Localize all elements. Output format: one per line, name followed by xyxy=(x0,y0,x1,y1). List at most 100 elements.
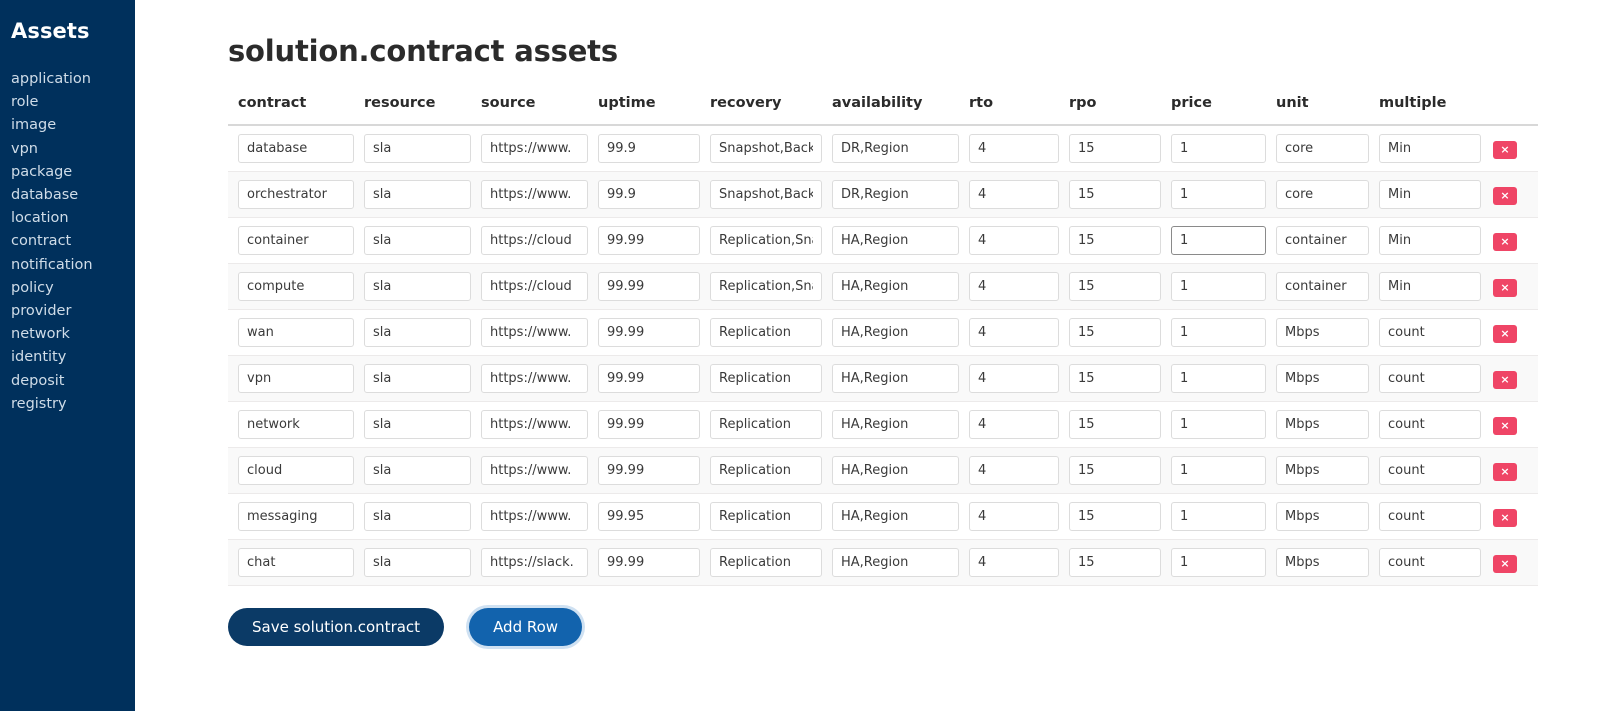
availability-input[interactable] xyxy=(832,364,959,393)
contract-input[interactable] xyxy=(238,226,354,255)
availability-input[interactable] xyxy=(832,318,959,347)
unit-input[interactable] xyxy=(1276,502,1369,531)
sidebar-item-registry[interactable]: registry xyxy=(11,393,135,416)
sidebar-item-contract[interactable]: contract xyxy=(11,230,135,253)
add-row-button[interactable]: Add Row xyxy=(469,608,583,646)
unit-input[interactable] xyxy=(1276,456,1369,485)
price-input[interactable] xyxy=(1171,226,1266,255)
multiple-input[interactable] xyxy=(1379,318,1481,347)
availability-input[interactable] xyxy=(832,134,959,163)
uptime-input[interactable] xyxy=(598,410,700,439)
unit-input[interactable] xyxy=(1276,410,1369,439)
source-input[interactable] xyxy=(481,364,588,393)
contract-input[interactable] xyxy=(238,364,354,393)
delete-row-button[interactable]: × xyxy=(1493,140,1517,159)
rto-input[interactable] xyxy=(969,180,1059,209)
uptime-input[interactable] xyxy=(598,456,700,485)
uptime-input[interactable] xyxy=(598,226,700,255)
rto-input[interactable] xyxy=(969,226,1059,255)
source-input[interactable] xyxy=(481,226,588,255)
source-input[interactable] xyxy=(481,548,588,577)
recovery-input[interactable] xyxy=(710,410,822,439)
contract-input[interactable] xyxy=(238,410,354,439)
sidebar-item-identity[interactable]: identity xyxy=(11,346,135,369)
multiple-input[interactable] xyxy=(1379,410,1481,439)
rpo-input[interactable] xyxy=(1069,548,1161,577)
rto-input[interactable] xyxy=(969,502,1059,531)
resource-input[interactable] xyxy=(364,364,471,393)
save-button[interactable]: Save solution.contract xyxy=(228,608,445,646)
recovery-input[interactable] xyxy=(710,364,822,393)
availability-input[interactable] xyxy=(832,502,959,531)
availability-input[interactable] xyxy=(832,548,959,577)
unit-input[interactable] xyxy=(1276,226,1369,255)
sidebar-item-notification[interactable]: notification xyxy=(11,254,135,277)
availability-input[interactable] xyxy=(832,226,959,255)
sidebar-item-database[interactable]: database xyxy=(11,184,135,207)
contract-input[interactable] xyxy=(238,548,354,577)
contract-input[interactable] xyxy=(238,272,354,301)
resource-input[interactable] xyxy=(364,134,471,163)
rto-input[interactable] xyxy=(969,456,1059,485)
sidebar-item-image[interactable]: image xyxy=(11,114,135,137)
rpo-input[interactable] xyxy=(1069,272,1161,301)
price-input[interactable] xyxy=(1171,318,1266,347)
contract-input[interactable] xyxy=(238,318,354,347)
resource-input[interactable] xyxy=(364,226,471,255)
recovery-input[interactable] xyxy=(710,548,822,577)
unit-input[interactable] xyxy=(1276,364,1369,393)
contract-input[interactable] xyxy=(238,134,354,163)
uptime-input[interactable] xyxy=(598,548,700,577)
rpo-input[interactable] xyxy=(1069,318,1161,347)
sidebar-item-policy[interactable]: policy xyxy=(11,277,135,300)
multiple-input[interactable] xyxy=(1379,226,1481,255)
availability-input[interactable] xyxy=(832,410,959,439)
recovery-input[interactable] xyxy=(710,502,822,531)
sidebar-item-deposit[interactable]: deposit xyxy=(11,370,135,393)
unit-input[interactable] xyxy=(1276,318,1369,347)
contract-input[interactable] xyxy=(238,502,354,531)
multiple-input[interactable] xyxy=(1379,364,1481,393)
contract-input[interactable] xyxy=(238,180,354,209)
recovery-input[interactable] xyxy=(710,180,822,209)
unit-input[interactable] xyxy=(1276,134,1369,163)
rpo-input[interactable] xyxy=(1069,226,1161,255)
unit-input[interactable] xyxy=(1276,548,1369,577)
multiple-input[interactable] xyxy=(1379,548,1481,577)
source-input[interactable] xyxy=(481,134,588,163)
sidebar-item-provider[interactable]: provider xyxy=(11,300,135,323)
price-input[interactable] xyxy=(1171,180,1266,209)
unit-input[interactable] xyxy=(1276,272,1369,301)
price-input[interactable] xyxy=(1171,134,1266,163)
rto-input[interactable] xyxy=(969,134,1059,163)
multiple-input[interactable] xyxy=(1379,272,1481,301)
delete-row-button[interactable]: × xyxy=(1493,370,1517,389)
rpo-input[interactable] xyxy=(1069,456,1161,485)
availability-input[interactable] xyxy=(832,272,959,301)
rto-input[interactable] xyxy=(969,272,1059,301)
resource-input[interactable] xyxy=(364,410,471,439)
multiple-input[interactable] xyxy=(1379,502,1481,531)
uptime-input[interactable] xyxy=(598,134,700,163)
source-input[interactable] xyxy=(481,456,588,485)
multiple-input[interactable] xyxy=(1379,180,1481,209)
delete-row-button[interactable]: × xyxy=(1493,554,1517,573)
delete-row-button[interactable]: × xyxy=(1493,186,1517,205)
rto-input[interactable] xyxy=(969,548,1059,577)
source-input[interactable] xyxy=(481,180,588,209)
price-input[interactable] xyxy=(1171,502,1266,531)
rto-input[interactable] xyxy=(969,364,1059,393)
sidebar-item-vpn[interactable]: vpn xyxy=(11,138,135,161)
source-input[interactable] xyxy=(481,272,588,301)
delete-row-button[interactable]: × xyxy=(1493,416,1517,435)
price-input[interactable] xyxy=(1171,272,1266,301)
contract-input[interactable] xyxy=(238,456,354,485)
uptime-input[interactable] xyxy=(598,318,700,347)
price-input[interactable] xyxy=(1171,364,1266,393)
sidebar-item-application[interactable]: application xyxy=(11,68,135,91)
availability-input[interactable] xyxy=(832,180,959,209)
price-input[interactable] xyxy=(1171,548,1266,577)
source-input[interactable] xyxy=(481,502,588,531)
recovery-input[interactable] xyxy=(710,226,822,255)
rto-input[interactable] xyxy=(969,318,1059,347)
